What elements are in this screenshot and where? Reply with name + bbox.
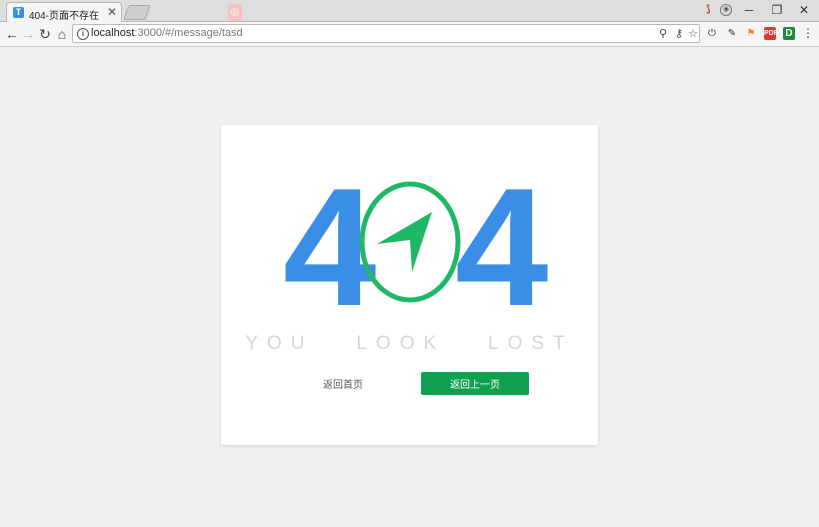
home-icon[interactable]: ⌂ (54, 26, 70, 42)
back-arrow-icon[interactable]: ← (4, 26, 20, 42)
profile-ext-icon[interactable]: ⟆ (706, 4, 711, 15)
pdf-icon[interactable]: PDF (764, 27, 778, 40)
error-card: 4 4 YOU LOOK LOST 返回首页 返回上一页 (221, 125, 598, 445)
forward-arrow-icon[interactable]: → (20, 26, 36, 42)
pinned-app-icon[interactable]: ◎ (228, 4, 242, 21)
tab-title: 404-页面不存在 (29, 11, 100, 22)
site-info-icon[interactable]: i (77, 28, 89, 40)
address-url[interactable]: localhost:3000/#/message/tasd (91, 27, 243, 39)
power-icon[interactable]: ⏻ (706, 27, 718, 40)
tab-favicon-icon: T (13, 7, 24, 18)
tab-strip: T 404-页面不存在 ✕ ◎ ⟆ ◉ ─ ❐ ✕ (0, 0, 819, 22)
minimize-button[interactable]: ─ (742, 2, 756, 18)
restore-button[interactable]: ❐ (770, 2, 784, 18)
window-close-button[interactable]: ✕ (797, 2, 811, 18)
browser-tab[interactable]: T 404-页面不存在 ✕ (6, 2, 122, 22)
menu-icon[interactable]: ⋮ (802, 27, 814, 40)
browser-toolbar: ← → ↻ ⌂ i localhost:3000/#/message/tasd … (0, 22, 819, 47)
profile-avatar-icon[interactable]: ◉ (720, 4, 732, 16)
bookmark-icon[interactable]: ⚑ (745, 27, 757, 40)
go-home-button[interactable]: 返回首页 (293, 372, 393, 395)
go-back-button[interactable]: 返回上一页 (421, 372, 529, 395)
zoom-icon[interactable]: ⚲ (657, 27, 669, 41)
address-bar[interactable]: i localhost:3000/#/message/tasd ⚲ ⚷ ☆ (72, 24, 700, 43)
url-path: :3000/#/message/tasd (134, 27, 243, 39)
d-icon[interactable]: D (783, 27, 795, 40)
compass-icon (359, 181, 461, 303)
key-icon[interactable]: ⚷ (673, 27, 685, 41)
error-digit-right: 4 (455, 153, 549, 341)
url-host: localhost (91, 27, 135, 39)
lost-message: YOU LOOK LOST (245, 333, 574, 354)
pen-icon[interactable]: ✎ (726, 27, 738, 40)
tab-close-icon[interactable]: ✕ (107, 5, 117, 19)
bookmark-star-icon[interactable]: ☆ (687, 27, 699, 41)
reload-icon[interactable]: ↻ (37, 26, 53, 42)
new-tab-button[interactable] (123, 5, 151, 20)
error-code-graphic: 4 4 (283, 163, 548, 331)
